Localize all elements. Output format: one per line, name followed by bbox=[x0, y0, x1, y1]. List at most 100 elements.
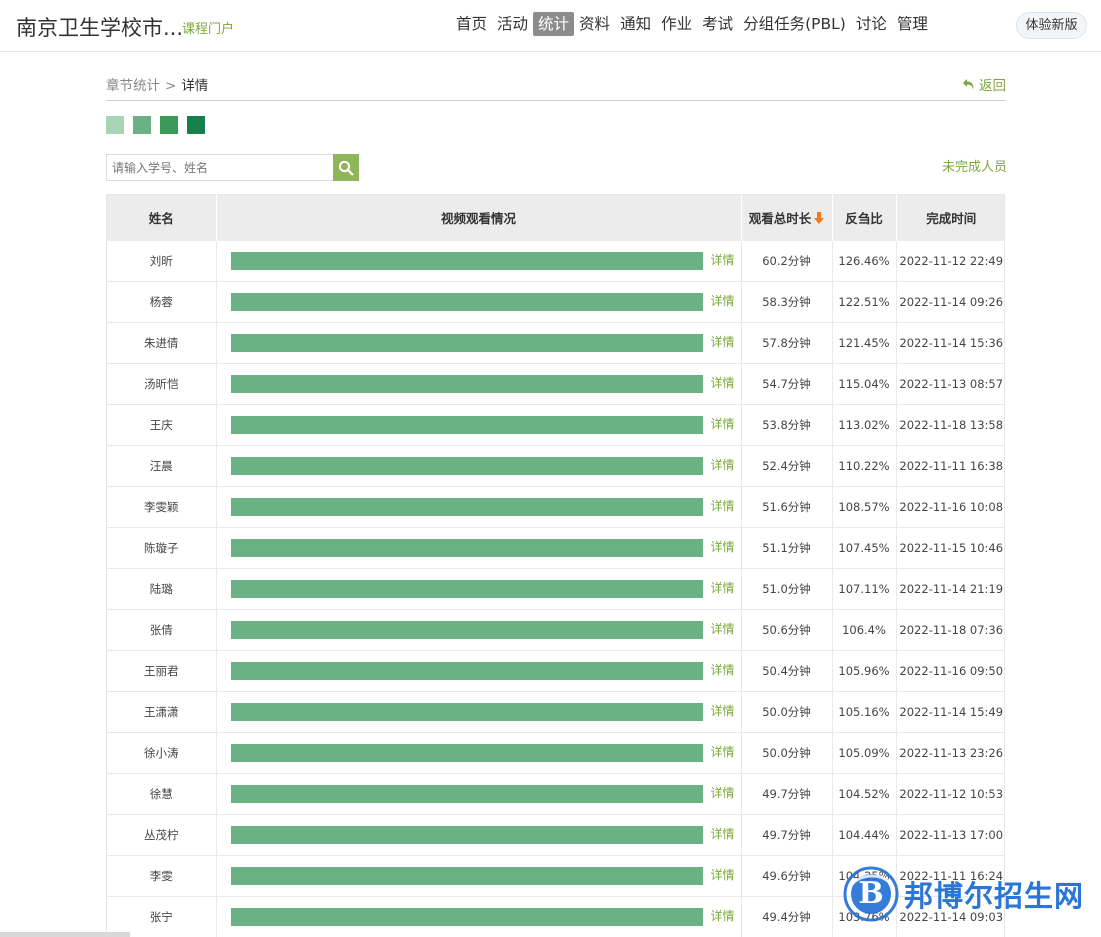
detail-link[interactable]: 详情 bbox=[711, 374, 735, 391]
table-row: 徐小涛 详情 50.0分钟 105.09% 2022-11-13 23:26 bbox=[107, 732, 1004, 774]
progress-bar-track bbox=[230, 744, 703, 762]
student-name: 陈璇子 bbox=[107, 527, 217, 569]
review-ratio: 122.51% bbox=[832, 281, 897, 323]
video-progress-cell: 详情 bbox=[216, 281, 742, 323]
finish-time: 2022-11-11 16:38 bbox=[896, 445, 1004, 487]
detail-link[interactable]: 详情 bbox=[711, 497, 735, 514]
video-progress-cell: 详情 bbox=[216, 609, 742, 651]
table-row: 陈璇子 详情 51.1分钟 107.45% 2022-11-15 10:46 bbox=[107, 527, 1004, 569]
stats-table: 姓名 视频观看情况 观看总时长 反刍比 完成时间 刘昕 详情 60.2分钟 126.4… bbox=[107, 194, 1004, 937]
nav-item-3[interactable]: 资料 bbox=[574, 12, 615, 36]
nav-item-6[interactable]: 考试 bbox=[697, 12, 738, 36]
progress-bar-fill bbox=[230, 826, 703, 844]
table-row: 汪晨 详情 52.4分钟 110.22% 2022-11-11 16:38 bbox=[107, 445, 1004, 487]
progress-bar-track bbox=[230, 539, 703, 557]
progress-bar-track bbox=[230, 251, 703, 270]
progress-bar-track bbox=[230, 457, 703, 475]
horizontal-scrollbar[interactable] bbox=[0, 932, 130, 937]
detail-link[interactable]: 详情 bbox=[711, 333, 735, 350]
table-body: 刘昕 详情 60.2分钟 126.46% 2022-11-12 22:49 杨蓉 详情 58.… bbox=[107, 240, 1004, 937]
student-name: 徐慧 bbox=[107, 773, 217, 815]
detail-link[interactable]: 详情 bbox=[711, 784, 735, 801]
progress-bar-fill bbox=[230, 416, 703, 434]
review-ratio: 110.22% bbox=[832, 445, 897, 487]
finish-time: 2022-11-14 09:26 bbox=[896, 281, 1004, 323]
site-title[interactable]: 南京卫生学校市... bbox=[16, 12, 183, 42]
progress-bar-fill bbox=[230, 908, 703, 926]
detail-link[interactable]: 详情 bbox=[711, 538, 735, 555]
review-ratio: 115.04% bbox=[832, 363, 897, 405]
breadcrumb-parent[interactable]: 章节统计 bbox=[106, 78, 160, 94]
table-row: 李雯 详情 49.6分钟 104.35% 2022-11-11 16:24 bbox=[107, 855, 1004, 897]
table-row: 刘昕 详情 60.2分钟 126.46% 2022-11-12 22:49 bbox=[107, 240, 1004, 282]
back-button[interactable]: 返回 bbox=[962, 74, 1006, 94]
student-name: 刘昕 bbox=[107, 240, 217, 282]
nav-item-0[interactable]: 首页 bbox=[451, 12, 492, 36]
table-row: 王丽君 详情 50.4分钟 105.96% 2022-11-16 09:50 bbox=[107, 650, 1004, 692]
video-progress-cell: 详情 bbox=[216, 814, 742, 856]
student-name: 王丽君 bbox=[107, 650, 217, 692]
watch-duration: 57.8分钟 bbox=[741, 322, 833, 364]
progress-bar-fill bbox=[230, 785, 703, 803]
table-row: 陆璐 详情 51.0分钟 107.11% 2022-11-14 21:19 bbox=[107, 568, 1004, 610]
try-new-version-button[interactable]: 体验新版 bbox=[1016, 12, 1087, 39]
sort-down-icon[interactable] bbox=[814, 212, 825, 225]
header-duration[interactable]: 观看总时长 bbox=[741, 194, 833, 241]
detail-link[interactable]: 详情 bbox=[711, 702, 735, 719]
nav-item-2[interactable]: 统计 bbox=[533, 12, 575, 36]
breadcrumb-divider bbox=[106, 100, 1006, 101]
review-ratio: 121.45% bbox=[832, 322, 897, 364]
watch-duration: 58.3分钟 bbox=[741, 281, 833, 323]
progress-bar-track bbox=[230, 621, 703, 639]
nav-item-9[interactable]: 管理 bbox=[892, 12, 933, 36]
student-name: 汤昕恺 bbox=[107, 363, 217, 405]
detail-link[interactable]: 详情 bbox=[711, 579, 735, 596]
review-ratio: 105.96% bbox=[832, 650, 897, 692]
detail-link[interactable]: 详情 bbox=[711, 292, 735, 309]
review-ratio: 106.4% bbox=[832, 609, 897, 651]
review-ratio: 104.52% bbox=[832, 773, 897, 815]
review-ratio: 105.09% bbox=[832, 732, 897, 774]
finish-time: 2022-11-13 17:00 bbox=[896, 814, 1004, 856]
table-row: 张倩 详情 50.6分钟 106.4% 2022-11-18 07:36 bbox=[107, 609, 1004, 651]
watch-duration: 51.0分钟 bbox=[741, 568, 833, 610]
review-ratio: 126.46% bbox=[832, 240, 897, 282]
nav-item-8[interactable]: 讨论 bbox=[851, 12, 892, 36]
search-input[interactable] bbox=[106, 154, 333, 181]
student-name: 丛茂柠 bbox=[107, 814, 217, 856]
legend-square-3 bbox=[160, 116, 178, 134]
student-name: 徐小涛 bbox=[107, 732, 217, 774]
breadcrumb-separator: > bbox=[165, 78, 177, 94]
progress-bar-fill bbox=[230, 662, 703, 680]
table-header-row: 姓名 视频观看情况 观看总时长 反刍比 完成时间 bbox=[107, 194, 1004, 241]
nav-item-1[interactable]: 活动 bbox=[492, 12, 533, 36]
nav-item-5[interactable]: 作业 bbox=[656, 12, 697, 36]
video-progress-cell: 详情 bbox=[216, 896, 742, 937]
student-name: 杨蓉 bbox=[107, 281, 217, 323]
detail-link[interactable]: 详情 bbox=[711, 743, 735, 760]
search-button[interactable] bbox=[333, 154, 359, 181]
detail-link[interactable]: 详情 bbox=[711, 866, 735, 883]
detail-link[interactable]: 详情 bbox=[711, 825, 735, 842]
header-finish-time: 完成时间 bbox=[896, 194, 1004, 241]
nav-item-4[interactable]: 通知 bbox=[615, 12, 656, 36]
student-name: 陆璐 bbox=[107, 568, 217, 610]
finish-time: 2022-11-11 16:24 bbox=[896, 855, 1004, 897]
header-name: 姓名 bbox=[107, 194, 217, 241]
detail-link[interactable]: 详情 bbox=[711, 620, 735, 637]
progress-bar-fill bbox=[230, 703, 703, 721]
course-portal-link[interactable]: 课程门户 bbox=[182, 18, 234, 37]
progress-bar-fill bbox=[230, 375, 703, 393]
finish-time: 2022-11-12 22:49 bbox=[896, 240, 1004, 282]
detail-link[interactable]: 详情 bbox=[711, 456, 735, 473]
watch-duration: 53.8分钟 bbox=[741, 404, 833, 446]
detail-link[interactable]: 详情 bbox=[711, 251, 735, 268]
detail-link[interactable]: 详情 bbox=[711, 661, 735, 678]
student-name: 朱进倩 bbox=[107, 322, 217, 364]
detail-link[interactable]: 详情 bbox=[711, 907, 735, 924]
detail-link[interactable]: 详情 bbox=[711, 415, 735, 432]
finish-time: 2022-11-18 13:58 bbox=[896, 404, 1004, 446]
watch-duration: 50.4分钟 bbox=[741, 650, 833, 692]
incomplete-members-link[interactable]: 未完成人员 bbox=[942, 156, 1007, 175]
nav-item-7[interactable]: 分组任务(PBL) bbox=[738, 12, 851, 36]
